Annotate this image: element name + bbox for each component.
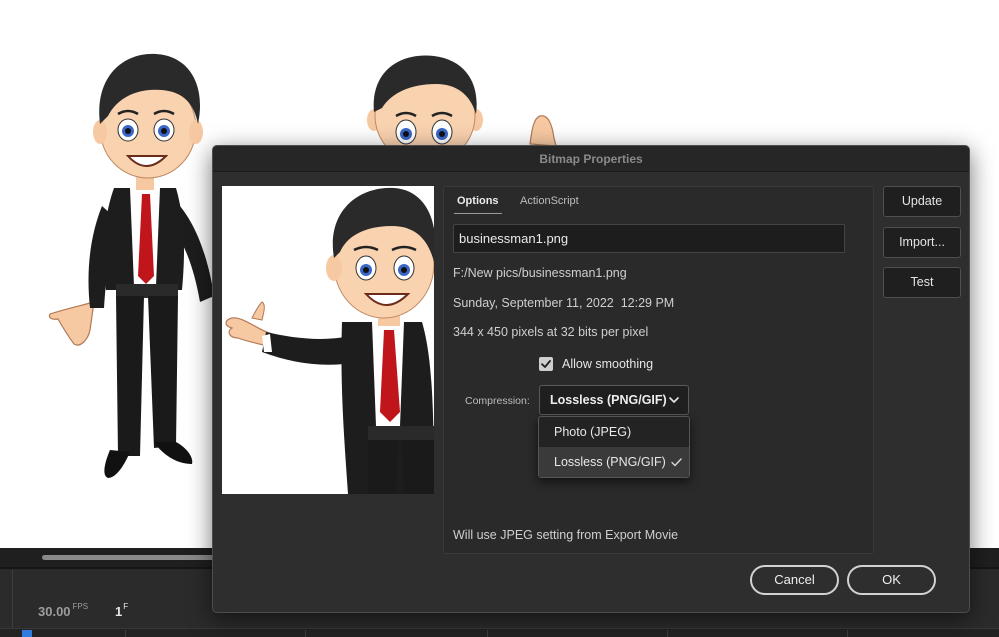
chevron-down-icon bbox=[669, 397, 679, 403]
compression-select[interactable]: Lossless (PNG/GIF) bbox=[539, 385, 689, 415]
menu-item-lossless[interactable]: Lossless (PNG/GIF) bbox=[539, 447, 689, 477]
frame-value: 1 bbox=[115, 604, 123, 619]
checkmark-icon bbox=[671, 458, 682, 467]
options-panel: Options ActionScript F:/New pics/busines… bbox=[443, 186, 874, 554]
current-frame-readout[interactable]: 1F bbox=[115, 602, 128, 619]
cancel-button[interactable]: Cancel bbox=[750, 565, 839, 595]
fps-unit: FPS bbox=[72, 602, 89, 611]
playhead-marker[interactable] bbox=[22, 630, 32, 637]
businessman-figure-left[interactable] bbox=[44, 46, 224, 486]
import-button[interactable]: Import... bbox=[883, 227, 961, 258]
menu-item-label: Lossless (PNG/GIF) bbox=[554, 455, 666, 469]
bitmap-name-field[interactable] bbox=[453, 224, 845, 253]
ruler-tick bbox=[487, 630, 488, 637]
dialog-title[interactable]: Bitmap Properties bbox=[213, 146, 969, 172]
allow-smoothing-label: Allow smoothing bbox=[562, 357, 654, 371]
fps-readout[interactable]: 30.00 FPS bbox=[38, 602, 88, 619]
file-path: F:/New pics/businessman1.png bbox=[453, 266, 627, 280]
allow-smoothing-row[interactable]: Allow smoothing bbox=[539, 355, 653, 373]
compression-label: Compression: bbox=[465, 395, 530, 407]
tab-actionscript[interactable]: ActionScript bbox=[520, 195, 579, 207]
ruler-tick bbox=[305, 630, 306, 637]
businessman-figure-right[interactable] bbox=[362, 54, 562, 154]
timeline-divider bbox=[12, 570, 13, 632]
bitmap-preview bbox=[222, 186, 434, 494]
scrollbar-thumb[interactable] bbox=[42, 555, 222, 560]
allow-smoothing-checkbox[interactable] bbox=[539, 357, 553, 371]
menu-item-photo-jpeg[interactable]: Photo (JPEG) bbox=[539, 417, 689, 447]
ruler-tick bbox=[847, 630, 848, 637]
frame-unit: F bbox=[123, 602, 129, 611]
update-button[interactable]: Update bbox=[883, 186, 961, 217]
test-button[interactable]: Test bbox=[883, 267, 961, 298]
image-dimensions: 344 x 450 pixels at 32 bits per pixel bbox=[453, 325, 649, 339]
fps-value: 30.00 bbox=[38, 604, 71, 619]
menu-item-label: Photo (JPEG) bbox=[554, 425, 632, 439]
checkmark-icon bbox=[541, 360, 551, 368]
timeline-ruler[interactable] bbox=[0, 628, 999, 637]
tab-options[interactable]: Options bbox=[454, 195, 502, 214]
tab-bar: Options ActionScript bbox=[444, 187, 873, 217]
businessman-preview-image bbox=[222, 186, 434, 494]
compression-dropdown-menu: Photo (JPEG) Lossless (PNG/GIF) bbox=[538, 416, 690, 478]
ruler-tick bbox=[667, 630, 668, 637]
compression-selected-value: Lossless (PNG/GIF) bbox=[550, 393, 667, 407]
ruler-tick bbox=[125, 630, 126, 637]
jpeg-setting-note: Will use JPEG setting from Export Movie bbox=[453, 528, 679, 542]
ok-button[interactable]: OK bbox=[847, 565, 936, 595]
file-date: Sunday, September 11, 2022 12:29 PM bbox=[453, 296, 675, 310]
bitmap-properties-dialog: Bitmap Properties Options ActionScript b… bbox=[212, 145, 970, 613]
